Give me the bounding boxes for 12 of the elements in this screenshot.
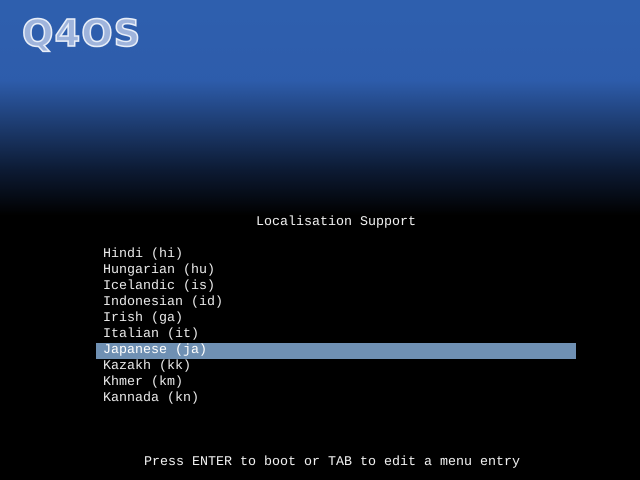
menu-title: Localisation Support — [256, 215, 416, 231]
menu-item[interactable]: Irish (ga) — [96, 311, 576, 327]
menu-item[interactable]: Icelandic (is) — [96, 279, 576, 295]
menu-item[interactable]: Hungarian (hu) — [96, 263, 576, 279]
menu-item[interactable]: Hindi (hi) — [96, 247, 576, 263]
menu-item[interactable]: Indonesian (id) — [96, 295, 576, 311]
menu-item[interactable]: Kannada (kn) — [96, 391, 576, 407]
menu-item[interactable]: Khmer (km) — [96, 375, 576, 391]
logo: Q4OS — [22, 14, 142, 54]
help-text: Press ENTER to boot or TAB to edit a menu entry — [143, 455, 520, 471]
menu-item[interactable]: Kazakh (kk) — [96, 359, 576, 375]
menu-item[interactable]: Italian (it) — [96, 327, 576, 343]
